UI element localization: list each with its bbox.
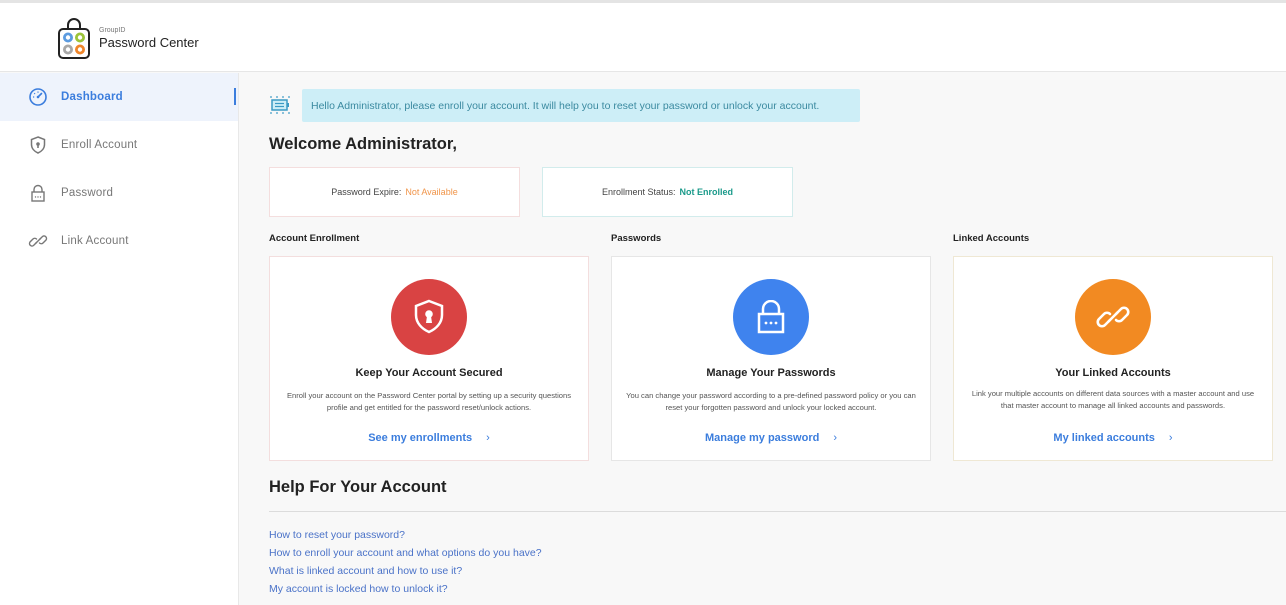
- section-label-passwords: Passwords: [611, 233, 662, 244]
- sidebar-item-label: Password: [61, 187, 114, 199]
- sidebar-item-enroll-account[interactable]: Enroll Account: [0, 121, 238, 169]
- main-content: Hello Administrator, please enroll your …: [240, 73, 1286, 605]
- sidebar-item-label: Enroll Account: [61, 139, 138, 151]
- sidebar-item-label: Dashboard: [61, 91, 123, 103]
- help-divider: [269, 511, 1286, 512]
- password-expire-card: Password Expire: Not Available: [269, 167, 520, 217]
- manage-my-password-link[interactable]: Manage my password ›: [612, 432, 930, 444]
- sidebar: Dashboard Enroll Account Password Link A…: [0, 73, 239, 605]
- enroll-notification-banner: Hello Administrator, please enroll your …: [302, 89, 860, 122]
- see-my-enrollments-link[interactable]: See my enrollments ›: [270, 432, 588, 444]
- card-description: You can change your password according t…: [626, 391, 916, 412]
- password-center-logo: [58, 18, 90, 59]
- chain-link-icon: [1075, 279, 1151, 355]
- padlock-icon: [733, 279, 809, 355]
- chevron-right-icon: ›: [1168, 432, 1173, 444]
- card-description: Link your multiple accounts on different…: [971, 389, 1255, 410]
- chevron-right-icon: ›: [486, 432, 490, 444]
- sidebar-item-dashboard[interactable]: Dashboard: [0, 73, 238, 121]
- shield-icon: [28, 135, 48, 155]
- help-link-reset-password[interactable]: How to reset your password?: [269, 526, 542, 544]
- brand-title: Password Center: [99, 35, 199, 50]
- lock-icon: [28, 183, 48, 203]
- welcome-heading: Welcome Administrator,: [269, 135, 457, 153]
- notification-icon: [270, 96, 290, 114]
- password-expire-label: Password Expire:: [331, 187, 402, 197]
- brand: GroupID Password Center: [99, 27, 199, 50]
- account-enrollment-card: Keep Your Account Secured Enroll your ac…: [269, 256, 589, 461]
- brand-subtitle: GroupID: [99, 27, 126, 34]
- linked-accounts-card: Your Linked Accounts Link your multiple …: [953, 256, 1273, 461]
- enrollment-status-label: Enrollment Status:: [601, 187, 676, 197]
- my-linked-accounts-link[interactable]: My linked accounts ›: [954, 432, 1272, 444]
- app-header: GroupID Password Center: [0, 3, 1286, 72]
- card-title: Manage Your Passwords: [706, 367, 836, 379]
- help-link-unlock-account[interactable]: My account is locked how to unlock it?: [269, 580, 542, 598]
- link-label: Manage my password: [705, 432, 820, 444]
- dashboard-icon: [28, 87, 48, 107]
- shield-keyhole-icon: [391, 279, 467, 355]
- sidebar-item-label: Link Account: [61, 235, 129, 247]
- card-title: Your Linked Accounts: [1055, 367, 1171, 379]
- help-link-enroll-account[interactable]: How to enroll your account and what opti…: [269, 544, 542, 562]
- section-label-linked-accounts: Linked Accounts: [953, 233, 1030, 244]
- link-label: See my enrollments: [368, 432, 473, 444]
- enrollment-status-value: Not Enrolled: [679, 187, 734, 197]
- sidebar-item-link-account[interactable]: Link Account: [0, 217, 238, 265]
- help-heading: Help For Your Account: [269, 478, 447, 496]
- enrollment-status-card: Enrollment Status: Not Enrolled: [542, 167, 793, 217]
- sidebar-item-password[interactable]: Password: [0, 169, 238, 217]
- chevron-right-icon: ›: [833, 432, 837, 444]
- passwords-card: Manage Your Passwords You can change you…: [611, 256, 931, 461]
- help-link-linked-account[interactable]: What is linked account and how to use it…: [269, 562, 542, 580]
- card-description: Enroll your account on the Password Cent…: [286, 391, 572, 412]
- card-title: Keep Your Account Secured: [355, 367, 503, 379]
- link-icon: [28, 231, 48, 251]
- help-links-list: How to reset your password? How to enrol…: [269, 526, 542, 598]
- section-label-account-enrollment: Account Enrollment: [269, 233, 360, 244]
- password-expire-value: Not Available: [405, 187, 458, 197]
- link-label: My linked accounts: [1053, 432, 1155, 444]
